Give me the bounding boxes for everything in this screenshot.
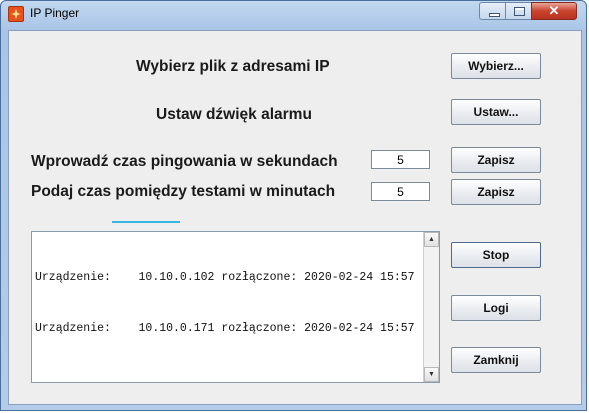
app-icon bbox=[8, 6, 24, 22]
log-output[interactable]: Urządzenie: 10.10.0.102 rozłączone: 2020… bbox=[31, 231, 440, 383]
title-bar[interactable]: IP Pinger ✕ bbox=[1, 1, 586, 31]
stop-button[interactable]: Stop bbox=[451, 242, 541, 268]
content-panel: Wybierz plik z adresami IP Wybierz... Us… bbox=[8, 30, 582, 405]
log-line: Urządzenie: 10.10.0.102 rozłączone: 2020… bbox=[35, 271, 415, 284]
choose-file-button[interactable]: Wybierz... bbox=[451, 53, 541, 79]
app-window: IP Pinger ✕ Wybierz plik z adresami IP W… bbox=[0, 0, 587, 411]
minimize-icon[interactable] bbox=[479, 2, 506, 20]
close-window-button[interactable]: ✕ bbox=[531, 2, 577, 20]
set-alarm-button[interactable]: Ustaw... bbox=[451, 99, 541, 125]
logs-button[interactable]: Logi bbox=[451, 295, 541, 321]
window-title: IP Pinger bbox=[30, 6, 80, 20]
log-scrollbar[interactable]: ▲ ▼ bbox=[423, 232, 439, 382]
tab-focus-indicator bbox=[112, 221, 180, 223]
log-lines: Urządzenie: 10.10.0.102 rozłączone: 2020… bbox=[35, 235, 419, 371]
scroll-up-icon[interactable]: ▲ bbox=[424, 232, 439, 247]
close-icon: ✕ bbox=[548, 3, 560, 18]
close-app-button[interactable]: Zamknij bbox=[451, 347, 541, 373]
ping-time-label: Wprowadź czas pingowania w sekundach bbox=[31, 153, 338, 170]
save-ping-time-button[interactable]: Zapisz bbox=[451, 147, 541, 173]
alarm-label: Ustaw dźwięk alarmu bbox=[156, 106, 312, 123]
save-test-interval-button[interactable]: Zapisz bbox=[451, 179, 541, 205]
log-line: Urządzenie: 10.10.0.171 rozłączone: 2020… bbox=[35, 322, 415, 335]
ping-time-input[interactable] bbox=[371, 150, 430, 169]
scroll-down-icon[interactable]: ▼ bbox=[424, 367, 439, 382]
maximize-icon[interactable] bbox=[505, 2, 532, 20]
test-interval-input[interactable] bbox=[371, 182, 430, 201]
test-interval-label: Podaj czas pomiędzy testami w minutach bbox=[31, 183, 336, 200]
file-label: Wybierz plik z adresami IP bbox=[136, 58, 330, 75]
